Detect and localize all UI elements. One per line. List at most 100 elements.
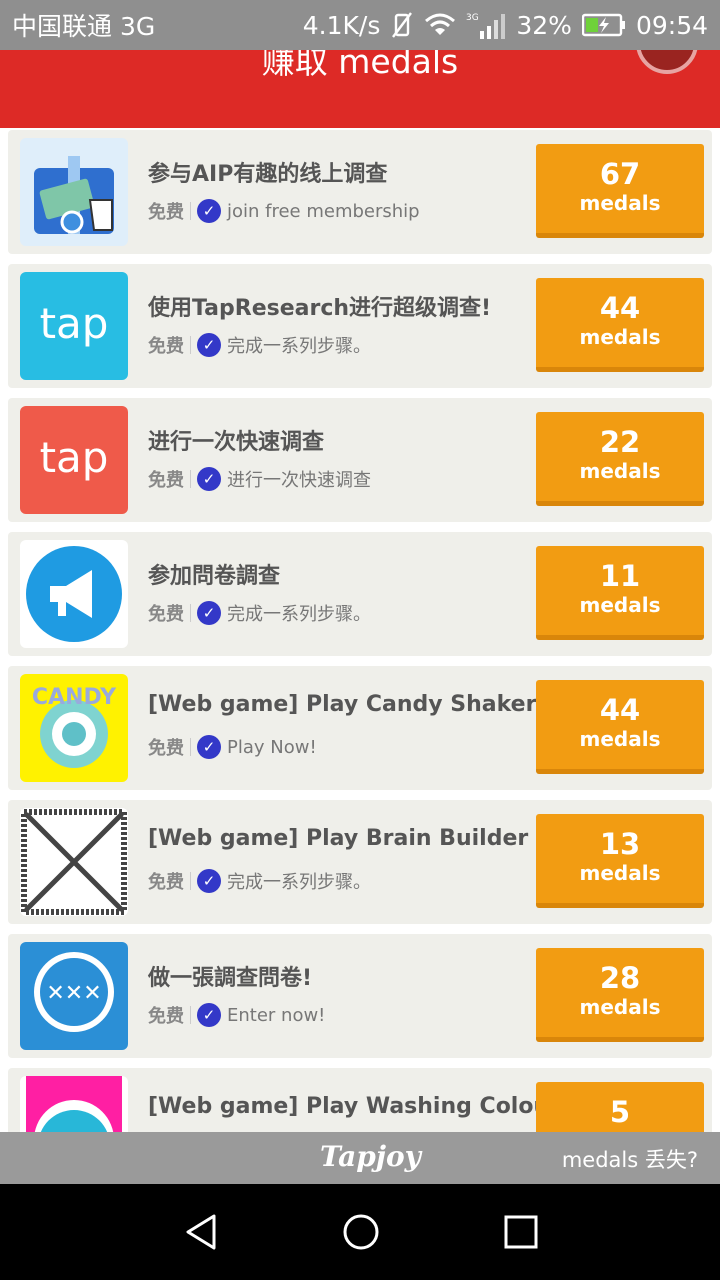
reward-unit: medals (579, 593, 661, 617)
check-icon: ✓ (197, 199, 221, 223)
status-bar: 中国联通 3G 4.1K/s 3G 32% 09:54 (0, 0, 720, 50)
reward-amount: 44 (599, 693, 641, 727)
offer-description: 完成一系列步骤。 (227, 604, 371, 625)
speech-bubble-people-icon: ✕✕✕ (20, 942, 128, 1050)
reward-unit: medals (579, 191, 661, 215)
reward-button[interactable]: 28 medals (536, 948, 704, 1042)
page-title: 赚取 medals (261, 50, 459, 81)
clock: 09:54 (635, 10, 708, 40)
offer-title: 使用TapResearch进行超级调查! (148, 296, 492, 321)
reward-amount: 22 (599, 425, 641, 459)
reward-unit: medals (579, 459, 661, 483)
free-label: 免费 (148, 738, 184, 759)
check-icon: ✓ (197, 735, 221, 759)
offer-list[interactable]: 参与AIP有趣的线上调查 免费 ✓ join free membership 67 med… (0, 128, 720, 1132)
offer-title: 做一張調查問卷! (148, 966, 313, 991)
offer-card[interactable]: 参与AIP有趣的线上调查 免费 ✓ join free membership 67 med… (8, 130, 712, 254)
status-right: 4.1K/s 3G 32% 09:54 (303, 11, 708, 40)
network-type: 3G (466, 13, 479, 23)
tapjoy-logo: Tapjoy (320, 1140, 421, 1173)
check-icon: ✓ (197, 601, 221, 625)
free-label: 免费 (148, 1006, 184, 1027)
reward-amount: 5 (609, 1095, 631, 1129)
reward-amount: 11 (599, 559, 641, 593)
reward-unit: medals (579, 325, 661, 349)
offer-meta: 免费 ✓ 完成一系列步骤。 (148, 868, 528, 894)
reward-amount: 44 (599, 291, 641, 325)
offer-card[interactable]: [Web game] Play Washing Colours免费✓5medal… (8, 1068, 712, 1132)
free-label: 免费 (148, 604, 184, 625)
tap-blue-icon: tap (20, 272, 128, 380)
medals-lost-link[interactable]: medals 丢失? (562, 1144, 698, 1174)
offer-meta: 免费 ✓ 完成一系列步骤。 (148, 332, 528, 358)
offer-title: [Web game] Play Brain Builder (148, 826, 529, 851)
offer-meta: 免费 ✓ 完成一系列步骤。 (148, 600, 528, 626)
offer-card[interactable]: tap 进行一次快速调查 免费 ✓ 进行一次快速调查 22 medals (8, 398, 712, 522)
svg-text:✕✕✕: ✕✕✕ (46, 981, 101, 1006)
check-icon: ✓ (197, 333, 221, 357)
svg-text:CANDY: CANDY (32, 685, 117, 710)
reward-button[interactable]: 13 medals (536, 814, 704, 908)
footer-bar: Tapjoy medals 丢失? (0, 1132, 720, 1184)
check-icon: ✓ (197, 467, 221, 491)
offer-description: Play Now! (227, 736, 317, 758)
offer-description: Enter now! (227, 1004, 326, 1026)
check-icon: ✓ (197, 1003, 221, 1027)
reward-button[interactable]: 11 medals (536, 546, 704, 640)
offer-description: 完成一系列步骤。 (227, 872, 371, 893)
vibrate-icon (392, 12, 413, 38)
free-label: 免费 (148, 872, 184, 893)
network-speed: 4.1K/s (302, 10, 381, 40)
tap-red-icon: tap (20, 406, 128, 514)
reward-button[interactable]: 67 medals (536, 144, 704, 238)
recents-icon[interactable] (501, 1212, 541, 1252)
svg-text:tap: tap (40, 299, 109, 348)
reward-unit: medals (579, 995, 661, 1019)
divider (190, 872, 191, 890)
battery-charging-icon (581, 13, 625, 37)
home-icon[interactable] (341, 1212, 381, 1252)
free-label: 免费 (148, 202, 184, 223)
reward-button[interactable]: 22 medals (536, 412, 704, 506)
offer-card[interactable]: [Web game] Play Brain Builder 免费 ✓ 完成一系列步骤。… (8, 800, 712, 924)
gift-money-icon (20, 138, 128, 246)
offer-title: [Web game] Play Washing Colours (148, 1094, 574, 1119)
divider (190, 470, 191, 488)
offer-title: 参加問卷調查 (148, 564, 281, 589)
divider (190, 604, 191, 622)
carrier-label: 中国联通 3G (12, 12, 156, 41)
reward-amount: 28 (599, 961, 641, 995)
offer-description: 完成一系列步骤。 (227, 336, 371, 357)
offer-meta: 免费 ✓ 进行一次快速调查 (148, 466, 528, 492)
page-header: 赚取 medals (0, 50, 720, 128)
divider (190, 336, 191, 354)
svg-text:tap: tap (40, 433, 109, 482)
offer-card[interactable]: 参加問卷調查免费 ✓ 完成一系列步骤。 11 medals (8, 532, 712, 656)
candy-icon: CANDY (20, 674, 128, 782)
divider (190, 738, 191, 756)
offer-description: 进行一次快速调查 (227, 470, 371, 491)
offer-meta: 免费 ✓ join free membership (148, 198, 528, 224)
divider (190, 202, 191, 220)
free-label: 免费 (148, 470, 184, 491)
washing-icon (20, 1076, 128, 1132)
reward-amount: 13 (599, 827, 641, 861)
offer-card[interactable]: ✕✕✕ 做一張調查問卷! 免费 ✓ Enter now! 28 medals (8, 934, 712, 1058)
offer-card[interactable]: CANDY [Web game] Play Candy Shaker 免费 ✓ Play… (8, 666, 712, 790)
signal-icon: 3G (466, 13, 506, 39)
navigation-bar (0, 1184, 720, 1280)
check-icon: ✓ (197, 869, 221, 893)
offer-card[interactable]: tap 使用TapResearch进行超级调查! 免费 ✓ 完成一系列步骤。 44 meda… (8, 264, 712, 388)
battery-percent: 32% (516, 10, 572, 40)
offer-meta: 免费 ✓ Play Now! (148, 734, 528, 760)
reward-button[interactable]: 5medals (536, 1082, 704, 1132)
reward-amount: 67 (599, 157, 641, 191)
reward-button[interactable]: 44 medals (536, 680, 704, 774)
reward-button[interactable]: 44 medals (536, 278, 704, 372)
back-icon[interactable] (182, 1212, 222, 1252)
divider (190, 1006, 191, 1024)
free-label: 免费 (148, 336, 184, 357)
broken-image-icon (20, 808, 128, 916)
reward-unit: medals (579, 727, 661, 751)
offer-description: join free membership (227, 200, 420, 222)
